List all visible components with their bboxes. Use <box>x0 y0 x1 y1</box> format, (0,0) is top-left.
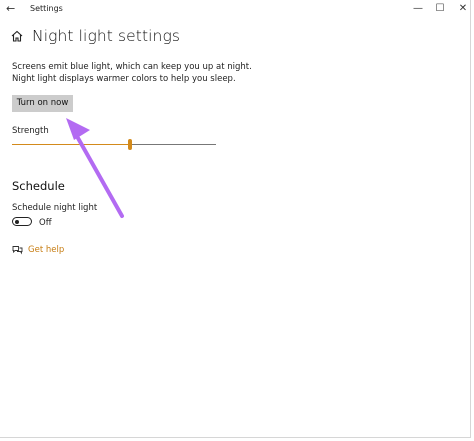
purple-pointer-arrow <box>66 118 124 218</box>
